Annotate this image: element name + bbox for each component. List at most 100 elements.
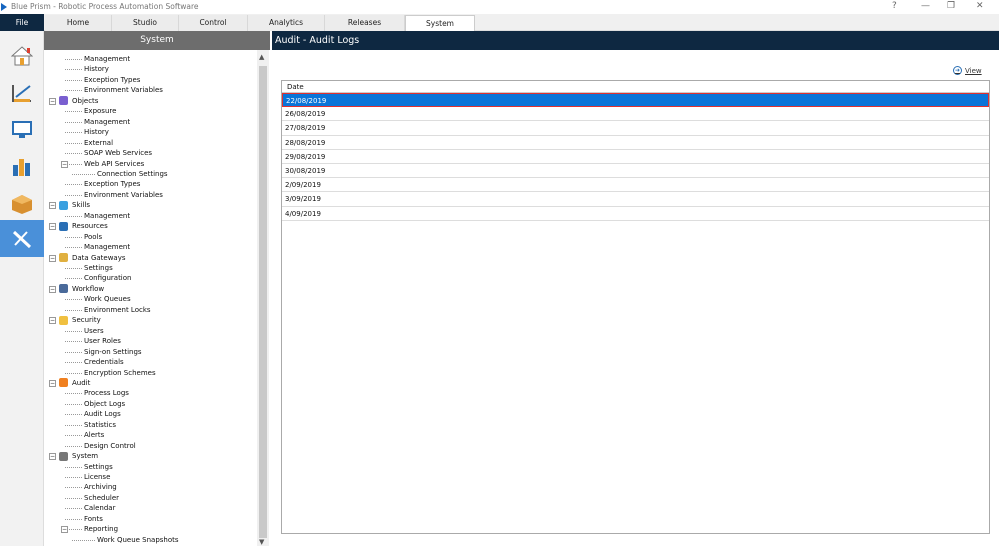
tab-system[interactable]: System [405, 15, 475, 31]
tree-item[interactable]: Sign-on Settings [84, 347, 142, 357]
tree-header: System [44, 31, 270, 50]
collapse-toggle[interactable]: − [61, 526, 68, 534]
main-menu: File Home Studio Control Analytics Relea… [0, 14, 999, 31]
tree-item[interactable]: System [72, 451, 98, 461]
tree-connector [65, 466, 82, 468]
tree-item[interactable]: Scheduler [84, 493, 119, 503]
tree-item[interactable]: Audit [72, 378, 90, 388]
tab-home[interactable]: Home [45, 15, 112, 31]
tree-item[interactable]: Settings [84, 462, 113, 472]
collapse-toggle[interactable]: − [49, 97, 56, 105]
sidebar-item-home[interactable] [0, 37, 44, 74]
tree-item[interactable]: Process Logs [84, 388, 129, 398]
sidebar-item-releases[interactable] [0, 185, 44, 222]
tree-item[interactable]: User Roles [84, 336, 121, 346]
tab-control[interactable]: Control [179, 15, 248, 31]
tree-item[interactable]: Calendar [84, 503, 115, 513]
tree-item[interactable]: Web API Services [84, 159, 144, 169]
tree-item[interactable]: Environment Locks [84, 305, 151, 315]
tree-item[interactable]: Workflow [72, 284, 104, 294]
table-row[interactable]: 2/09/2019 [282, 178, 989, 193]
tree-item[interactable]: Reporting [84, 524, 118, 534]
scroll-thumb[interactable] [259, 66, 267, 538]
collapse-toggle[interactable]: − [49, 453, 56, 461]
tab-analytics[interactable]: Analytics [248, 15, 325, 31]
tree-item[interactable]: Configuration [84, 273, 131, 283]
scroll-up-icon[interactable]: ▲ [259, 53, 264, 61]
tree-item[interactable]: Management [84, 54, 130, 64]
collapse-toggle[interactable]: − [49, 254, 56, 262]
tree-item[interactable]: Management [84, 242, 130, 252]
tree-item[interactable]: Exposure [84, 106, 116, 116]
table-row[interactable]: 29/08/2019 [282, 150, 989, 164]
tree-item[interactable]: Exception Types [84, 179, 140, 189]
tree-item[interactable]: Statistics [84, 420, 116, 430]
tree-connector [65, 445, 82, 447]
view-link[interactable]: ➜ View [953, 66, 982, 75]
sidebar-item-studio[interactable] [0, 74, 44, 111]
table-row[interactable]: 28/08/2019 [282, 136, 989, 150]
table-row[interactable]: 27/08/2019 [282, 121, 989, 136]
sidebar-item-analytics[interactable] [0, 148, 44, 185]
table-row[interactable]: 3/09/2019 [282, 192, 989, 207]
collapse-toggle[interactable]: − [49, 317, 56, 325]
collapse-toggle[interactable]: − [61, 160, 68, 168]
tree-item[interactable]: Resources [72, 221, 108, 231]
help-button[interactable]: ? [892, 1, 897, 11]
tree-item[interactable]: Fonts [84, 514, 103, 524]
tree-connector [65, 278, 82, 280]
scroll-down-icon[interactable]: ▼ [259, 538, 264, 546]
close-button[interactable]: ✕ [976, 1, 984, 11]
tree-item[interactable]: Exception Types [84, 75, 140, 85]
tree-item[interactable]: Work Queue Snapshots [97, 535, 179, 545]
tree-item[interactable]: Design Control [84, 441, 136, 451]
tree-item[interactable]: Environment Variables [84, 85, 163, 95]
tree-item[interactable]: Object Logs [84, 399, 125, 409]
tree-item[interactable]: History [84, 64, 109, 74]
tree-item[interactable]: Connection Settings [97, 169, 168, 179]
tree-item[interactable]: Data Gateways [72, 253, 126, 263]
tree-connector [65, 487, 82, 489]
tree-item[interactable]: Archiving [84, 482, 117, 492]
tree-connector [72, 173, 95, 175]
restore-button[interactable]: ❐ [947, 1, 955, 11]
window-title: Blue Prism - Robotic Process Automation … [11, 2, 199, 11]
collapse-toggle[interactable]: − [49, 223, 56, 231]
collapse-toggle[interactable]: − [49, 285, 56, 293]
collapse-toggle[interactable]: − [49, 379, 56, 387]
tree-item[interactable]: License [84, 472, 110, 482]
tree-item[interactable]: Settings [84, 263, 113, 273]
collapse-toggle[interactable]: − [49, 202, 56, 210]
tree-item[interactable]: Skills [72, 200, 90, 210]
tree-item[interactable]: Management [84, 211, 130, 221]
file-menu[interactable]: File [0, 14, 44, 31]
table-row[interactable]: 26/08/2019 [282, 107, 989, 122]
tree-item[interactable]: History [84, 127, 109, 137]
table-row[interactable]: 22/08/2019 [282, 93, 989, 108]
tree-item[interactable]: Management [84, 117, 130, 127]
nav-sidebar [0, 31, 44, 546]
tree-item[interactable]: Encryption Schemes [84, 368, 156, 378]
tree-scrollbar[interactable]: ▲ ▼ [257, 50, 269, 546]
column-header-date[interactable]: Date [282, 81, 989, 93]
tree-item[interactable]: Alerts [84, 430, 104, 440]
table-row[interactable]: 30/08/2019 [282, 164, 989, 179]
sidebar-item-system[interactable] [0, 220, 44, 257]
tree-item[interactable]: Credentials [84, 357, 124, 367]
tree-item[interactable]: Environment Variables [84, 190, 163, 200]
table-row[interactable]: 4/09/2019 [282, 207, 989, 221]
tab-studio[interactable]: Studio [112, 15, 179, 31]
tree-item[interactable]: Work Queues [84, 294, 131, 304]
page-title: Audit - Audit Logs [272, 31, 999, 50]
tree-item[interactable]: SOAP Web Services [84, 148, 152, 158]
tree-item[interactable]: External [84, 138, 113, 148]
sidebar-item-control[interactable] [0, 111, 44, 148]
tree-item[interactable]: Security [72, 315, 101, 325]
tab-releases[interactable]: Releases [325, 15, 405, 31]
tree-connector [65, 90, 82, 92]
minimize-button[interactable]: — [921, 1, 930, 11]
tree-item[interactable]: Users [84, 326, 104, 336]
tree-item[interactable]: Audit Logs [84, 409, 121, 419]
tree-item[interactable]: Pools [84, 232, 102, 242]
tree-item[interactable]: Objects [72, 96, 98, 106]
